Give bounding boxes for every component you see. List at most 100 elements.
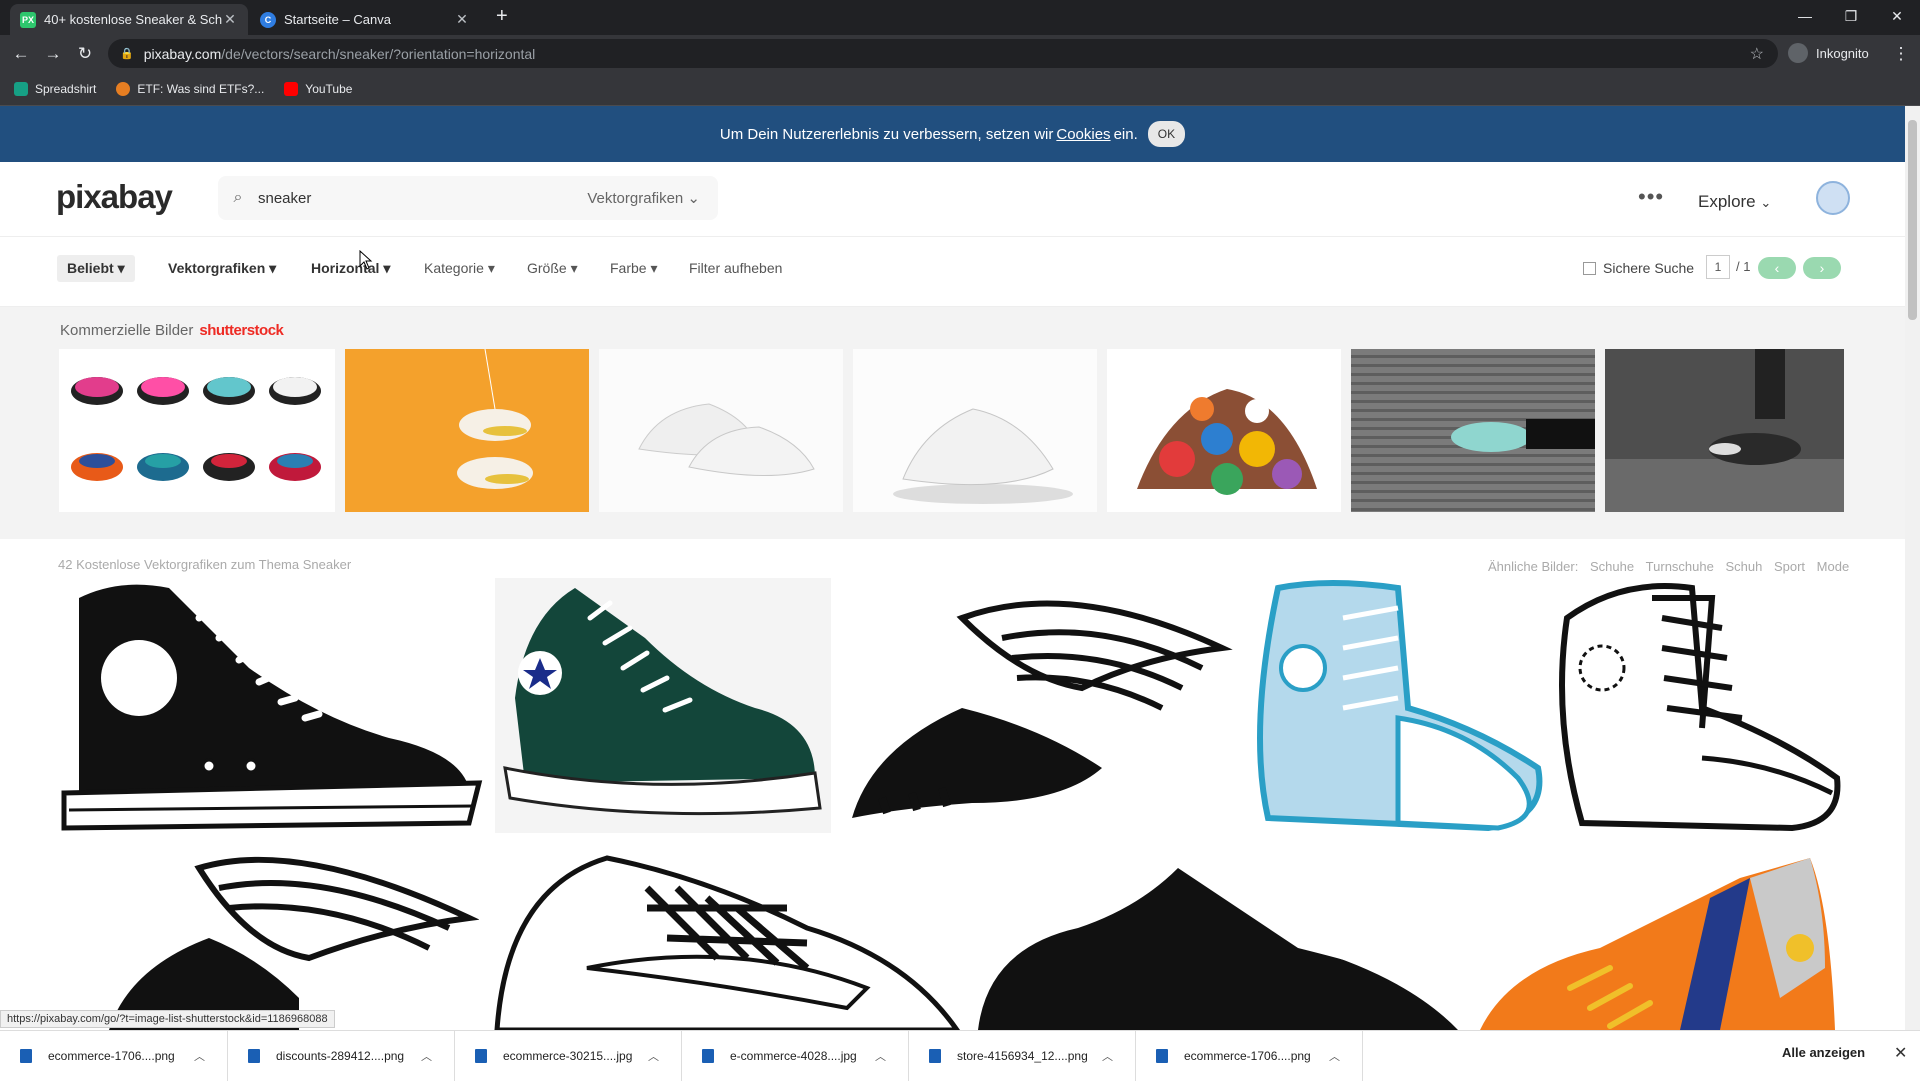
- sponsored-images: Kommerzielle Bilder shutterstock: [0, 307, 1905, 539]
- page-scrollbar[interactable]: [1905, 106, 1920, 1030]
- result-image[interactable]: [1552, 578, 1844, 833]
- filter-category[interactable]: Kategorie ▾: [424, 260, 495, 277]
- chevron-up-icon[interactable]: ︿: [875, 1048, 886, 1064]
- result-image[interactable]: [1248, 578, 1548, 833]
- forward-icon[interactable]: →: [40, 41, 66, 67]
- chevron-down-icon: ⌄: [687, 190, 700, 207]
- new-tab-button[interactable]: +: [496, 5, 508, 28]
- safe-search-toggle[interactable]: Sichere Suche: [1583, 260, 1694, 276]
- restore-icon[interactable]: ❐: [1828, 0, 1874, 32]
- bookmark-spreadshirt[interactable]: Spreadshirt: [14, 81, 96, 96]
- more-options-icon[interactable]: •••: [1638, 184, 1664, 210]
- chevron-up-icon[interactable]: ︿: [421, 1048, 432, 1064]
- reload-icon[interactable]: ↻: [72, 41, 98, 67]
- address-bar[interactable]: 🔒 pixabay.com/de/vectors/search/sneaker/…: [108, 39, 1778, 68]
- close-download-bar-icon[interactable]: ✕: [1894, 1043, 1907, 1063]
- search-type-label: Vektorgrafiken: [587, 190, 684, 207]
- chevron-up-icon[interactable]: ︿: [1329, 1048, 1340, 1064]
- scrollbar-thumb[interactable]: [1908, 120, 1917, 320]
- cookies-link[interactable]: Cookies: [1056, 126, 1110, 143]
- tab-canva[interactable]: C Startseite – Canva ✕: [250, 4, 480, 35]
- safe-search-checkbox[interactable]: [1583, 261, 1596, 275]
- cookie-ok-button[interactable]: OK: [1147, 121, 1186, 147]
- related-tag[interactable]: Schuhe: [1590, 559, 1634, 574]
- filter-label: Kategorie: [424, 260, 484, 276]
- sponsored-thumb[interactable]: [1351, 349, 1595, 512]
- filter-reset-link[interactable]: Filter aufheben: [689, 260, 782, 276]
- sponsored-thumb[interactable]: [853, 349, 1097, 512]
- close-tab-icon[interactable]: ✕: [222, 11, 238, 28]
- close-tab-icon[interactable]: ✕: [454, 11, 470, 28]
- sponsored-thumb[interactable]: [59, 349, 335, 512]
- minimize-icon[interactable]: —: [1782, 0, 1828, 32]
- prev-page-button[interactable]: ‹: [1758, 257, 1796, 279]
- filter-orientation[interactable]: Horizontal ▾: [311, 260, 390, 277]
- bookmark-youtube[interactable]: YouTube: [284, 81, 352, 96]
- filter-label: Vektorgrafiken: [168, 260, 266, 276]
- search-type-dropdown[interactable]: Vektorgrafiken ⌄: [587, 189, 718, 207]
- back-icon[interactable]: ←: [8, 41, 34, 67]
- status-url-bubble: https://pixabay.com/go/?t=image-list-shu…: [0, 1010, 335, 1028]
- chevron-up-icon[interactable]: ︿: [194, 1048, 205, 1064]
- result-image[interactable]: [59, 848, 479, 1030]
- filter-color[interactable]: Farbe ▾: [610, 260, 658, 277]
- file-icon: [475, 1049, 487, 1063]
- filter-sort[interactable]: Beliebt ▾: [57, 255, 135, 282]
- next-page-button[interactable]: ›: [1803, 257, 1841, 279]
- filter-media-type[interactable]: Vektorgrafiken ▾: [168, 260, 276, 277]
- download-item[interactable]: ecommerce-1706....png ︿: [1136, 1031, 1363, 1081]
- page-total: / 1: [1736, 259, 1751, 274]
- menu-kebab-icon[interactable]: ⋮: [1888, 41, 1914, 67]
- bookmark-star-icon[interactable]: ☆: [1750, 44, 1764, 64]
- lock-icon: 🔒: [120, 48, 134, 60]
- download-item[interactable]: ecommerce-1706....png ︿: [0, 1031, 228, 1081]
- sponsored-thumb[interactable]: [345, 349, 589, 512]
- filter-bar: Beliebt ▾ Vektorgrafiken ▾ Horizontal ▾ …: [0, 237, 1905, 307]
- pixabay-logo[interactable]: pixabay: [56, 178, 173, 216]
- download-filename: discounts-289412....png: [276, 1049, 405, 1063]
- incognito-profile[interactable]: Inkognito: [1788, 43, 1869, 63]
- filter-size[interactable]: Größe ▾: [527, 260, 578, 277]
- result-image[interactable]: [1480, 848, 1844, 1030]
- bookmark-etf[interactable]: ETF: Was sind ETFs?...: [116, 81, 264, 96]
- sponsored-thumb[interactable]: [1605, 349, 1844, 512]
- download-item[interactable]: discounts-289412....png ︿: [228, 1031, 455, 1081]
- tab-pixabay[interactable]: PX 40+ kostenlose Sneaker & Schuh ✕: [10, 4, 248, 35]
- related-tag[interactable]: Mode: [1817, 559, 1850, 574]
- etf-icon: [116, 81, 131, 96]
- result-image[interactable]: [59, 578, 485, 833]
- cookie-text: Um Dein Nutzererlebnis zu verbessern, se…: [719, 125, 1054, 143]
- sponsored-thumb[interactable]: [599, 349, 843, 512]
- search-box[interactable]: ⌕ sneaker Vektorgrafiken ⌄: [218, 176, 718, 220]
- shutterstock-logo[interactable]: shutterstock: [199, 322, 284, 339]
- sponsored-label-text: Kommerzielle Bilder: [60, 322, 194, 339]
- user-avatar[interactable]: [1816, 181, 1850, 215]
- download-filename: e-commerce-4028....jpg: [730, 1049, 857, 1063]
- search-icon: ⌕: [233, 189, 243, 206]
- page-number-input[interactable]: 1: [1706, 255, 1730, 279]
- browser-toolbar: ← → ↻ 🔒 pixabay.com/de/vectors/search/sn…: [0, 35, 1920, 72]
- related-tag[interactable]: Sport: [1774, 559, 1805, 574]
- download-item[interactable]: ecommerce-30215....jpg ︿: [455, 1031, 682, 1081]
- result-image[interactable]: [978, 848, 1470, 1030]
- explore-menu[interactable]: Explore ⌄: [1698, 192, 1771, 212]
- result-image[interactable]: [495, 578, 831, 833]
- related-tag[interactable]: Schuh: [1725, 559, 1762, 574]
- cookie-text-end: ein.: [1113, 125, 1138, 143]
- search-input[interactable]: sneaker: [258, 190, 587, 207]
- download-item[interactable]: e-commerce-4028....jpg ︿: [682, 1031, 909, 1081]
- close-window-icon[interactable]: ✕: [1874, 0, 1920, 32]
- download-item[interactable]: store-4156934_12....png ︿: [909, 1031, 1136, 1081]
- result-image[interactable]: [842, 578, 1238, 833]
- results-count: 42 Kostenlose Vektorgrafiken zum Thema S…: [58, 557, 352, 572]
- related-tag[interactable]: Turnschuhe: [1646, 559, 1714, 574]
- page-viewport: Um Dein Nutzererlebnis zu verbessern, se…: [0, 106, 1905, 1030]
- chevron-up-icon[interactable]: ︿: [648, 1048, 659, 1064]
- canva-favicon-icon: C: [260, 11, 276, 28]
- sponsored-thumb[interactable]: [1107, 349, 1341, 512]
- show-all-downloads-button[interactable]: Alle anzeigen: [1782, 1045, 1865, 1060]
- chevron-up-icon[interactable]: ︿: [1102, 1048, 1113, 1064]
- explore-label: Explore: [1698, 192, 1756, 211]
- result-image[interactable]: [487, 848, 967, 1030]
- filter-label: Größe: [527, 260, 567, 276]
